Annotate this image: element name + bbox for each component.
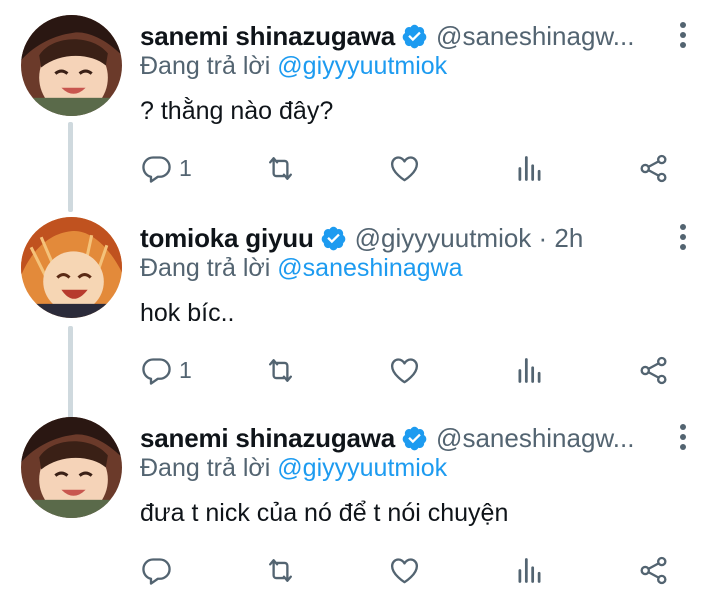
reply-button[interactable]: 1 (140, 150, 192, 186)
retweet-button[interactable] (264, 352, 297, 388)
author-handle[interactable]: @saneshinagw... (436, 423, 634, 454)
retweet-icon (269, 358, 292, 382)
share-icon (640, 356, 667, 384)
analytics-button[interactable] (513, 150, 546, 186)
like-icon (390, 357, 419, 383)
avatar[interactable] (21, 217, 122, 318)
verified-badge-icon (402, 24, 427, 48)
replying-to-label: Đang trả lời (140, 254, 271, 282)
replying-to-line: Đang trả lời @saneshinagwa (140, 254, 463, 283)
reply-mention-link[interactable]: @saneshinagwa (277, 254, 462, 282)
avatar-giyuu-image (21, 217, 122, 318)
avatar-sanemi-image (21, 417, 122, 518)
more-vertical-icon[interactable] (678, 424, 688, 454)
replying-to-line: Đang trả lời @giyyyuutmiok (140, 52, 447, 81)
like-button[interactable] (388, 352, 421, 388)
reply-icon (142, 557, 171, 585)
share-button[interactable] (637, 552, 670, 588)
more-vertical-icon[interactable] (678, 224, 688, 254)
replying-to-label: Đang trả lời (140, 52, 271, 80)
share-icon (640, 556, 667, 584)
analytics-icon (518, 557, 541, 583)
like-icon (390, 557, 419, 583)
share-button[interactable] (637, 150, 670, 186)
verified-badge-icon (321, 226, 345, 250)
reply-icon (142, 155, 171, 183)
avatar-sanemi-image (21, 15, 122, 116)
tweet-text: hok bíc.. (140, 299, 235, 327)
author-name[interactable]: sanemi shinazugawa (140, 423, 395, 454)
reply-count: 1 (179, 154, 192, 181)
replying-to-label: Đang trả lời (140, 454, 271, 482)
analytics-icon (518, 357, 541, 383)
tweet[interactable]: tomioka giyuu @giyyyuutmiok · 2h Đang tr… (0, 202, 719, 402)
reply-mention-link[interactable]: @giyyyuutmiok (277, 454, 447, 482)
like-icon (390, 155, 419, 181)
share-icon (640, 154, 667, 182)
author-handle[interactable]: @giyyyuutmiok · 2h (355, 223, 584, 254)
retweet-icon (269, 156, 292, 180)
action-bar: 1 (140, 352, 680, 388)
more-vertical-icon[interactable] (678, 22, 688, 52)
like-button[interactable] (388, 552, 421, 588)
analytics-button[interactable] (513, 352, 546, 388)
avatar[interactable] (21, 417, 122, 518)
tweet[interactable]: sanemi shinazugawa @saneshinagw... Đang … (0, 0, 719, 200)
analytics-icon (518, 155, 541, 181)
retweet-button[interactable] (264, 552, 297, 588)
action-bar: 1 (140, 150, 680, 186)
author-name[interactable]: sanemi shinazugawa (140, 21, 395, 52)
avatar[interactable] (21, 15, 122, 116)
author-handle[interactable]: @saneshinagw... (436, 21, 634, 52)
reply-icon (142, 357, 171, 385)
analytics-button[interactable] (513, 552, 546, 588)
reply-button[interactable]: 1 (140, 352, 192, 388)
reply-button[interactable] (140, 552, 179, 588)
tweet-text: đưa t nick của nó để t nói chuyện (140, 499, 509, 527)
tweet[interactable]: sanemi shinazugawa @saneshinagw... Đang … (0, 402, 719, 602)
share-button[interactable] (637, 352, 670, 388)
like-button[interactable] (388, 150, 421, 186)
reply-count: 1 (179, 356, 192, 383)
retweet-icon (269, 558, 292, 582)
action-bar (140, 552, 680, 588)
verified-badge-icon (402, 426, 427, 450)
author-name[interactable]: tomioka giyuu (140, 223, 314, 254)
reply-mention-link[interactable]: @giyyyuutmiok (277, 52, 447, 80)
retweet-button[interactable] (264, 150, 297, 186)
replying-to-line: Đang trả lời @giyyyuutmiok (140, 454, 447, 483)
tweet-text: ? thằng nào đây? (140, 97, 334, 125)
